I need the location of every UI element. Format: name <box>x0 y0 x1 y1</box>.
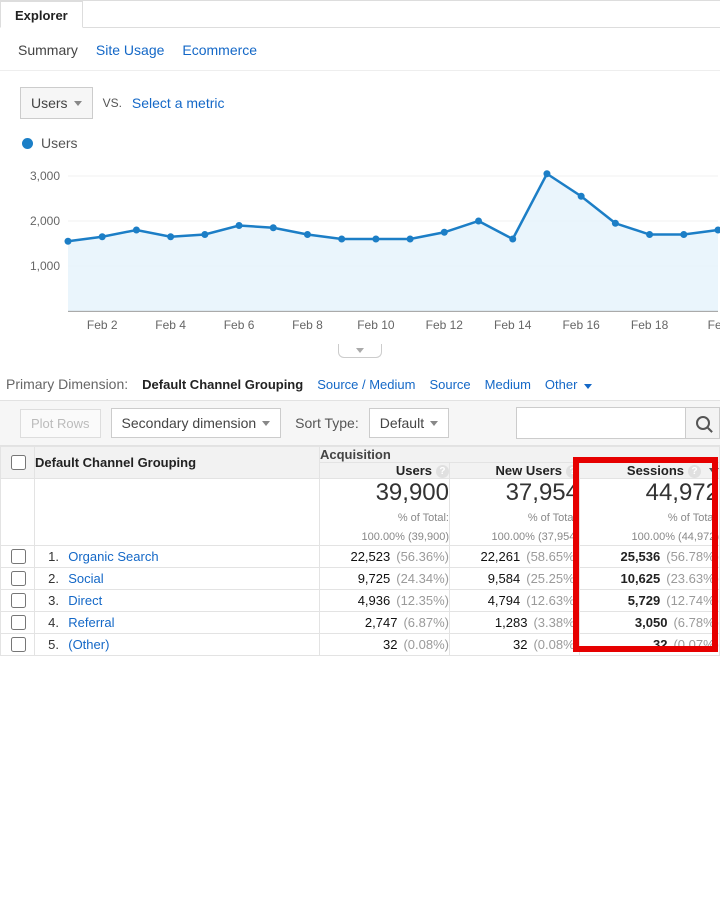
svg-text:2,000: 2,000 <box>30 214 60 228</box>
dimension-other-label: Other <box>545 377 578 392</box>
svg-text:3,000: 3,000 <box>30 169 60 183</box>
legend-dot-icon <box>22 138 33 149</box>
help-icon[interactable]: ? <box>566 465 579 478</box>
totals-users: 39,900 % of Total: 100.00% (39,900) <box>319 479 449 546</box>
channel-link[interactable]: (Other) <box>68 637 109 652</box>
row-index: 3. <box>35 593 61 608</box>
sort-descending-icon <box>709 468 719 475</box>
channel-link[interactable]: Direct <box>68 593 102 608</box>
cell-users: 22,523(56.36%) <box>319 545 449 567</box>
secondary-dimension-dropdown[interactable]: Secondary dimension <box>111 408 282 438</box>
column-header-new-users-label: New Users <box>496 463 562 478</box>
svg-text:Feb 16: Feb 16 <box>562 318 600 332</box>
dimension-other-dropdown[interactable]: Other <box>545 377 592 392</box>
cell-users: 4,936(12.35%) <box>319 589 449 611</box>
channel-link[interactable]: Organic Search <box>68 549 158 564</box>
metric-primary-label: Users <box>31 95 68 111</box>
primary-dimension-label: Primary Dimension: <box>6 376 128 392</box>
tab-explorer[interactable]: Explorer <box>0 1 83 28</box>
users-line-chart[interactable]: 1,000 2,000 3,000 Feb 2 Feb 4 Feb 6 Feb 8 Feb 1… <box>0 151 720 346</box>
help-icon[interactable]: ? <box>688 465 701 478</box>
svg-text:1,000: 1,000 <box>30 259 60 273</box>
row-index: 2. <box>35 571 61 586</box>
svg-text:Feb 12: Feb 12 <box>426 318 464 332</box>
cell-sessions: 10,625(23.63%) <box>579 567 719 589</box>
subtab-summary[interactable]: Summary <box>18 42 78 58</box>
column-header-channel[interactable]: Default Channel Grouping <box>35 447 320 479</box>
dimension-source-medium[interactable]: Source / Medium <box>317 377 415 392</box>
subtab-site-usage[interactable]: Site Usage <box>96 42 164 58</box>
select-all-checkbox[interactable] <box>11 455 26 470</box>
cell-new-users: 32(0.08%) <box>449 633 579 655</box>
row-checkbox[interactable] <box>11 637 26 652</box>
row-checkbox[interactable] <box>11 571 26 586</box>
caret-down-icon <box>584 384 592 389</box>
search-icon <box>696 416 710 430</box>
row-checkbox[interactable] <box>11 593 26 608</box>
chevron-down-icon <box>356 348 364 353</box>
cell-sessions: 5,729(12.74%) <box>579 589 719 611</box>
cell-sessions: 32(0.07%) <box>579 633 719 655</box>
table-row: 1. Organic Search 22,523(56.36%) 22,261(… <box>1 545 720 567</box>
totals-sessions: 44,972 % of Total: 100.00% (44,972) <box>579 479 719 546</box>
svg-text:Feb 18: Feb 18 <box>631 318 669 332</box>
dimension-default-channel[interactable]: Default Channel Grouping <box>142 377 303 392</box>
column-group-acquisition: Acquisition <box>319 447 719 463</box>
metric-primary-dropdown[interactable]: Users <box>20 87 93 119</box>
select-metric-link[interactable]: Select a metric <box>132 95 225 111</box>
column-header-users[interactable]: Users? <box>319 463 449 479</box>
vs-label: VS. <box>103 96 122 110</box>
cell-new-users: 22,261(58.65%) <box>449 545 579 567</box>
channel-link[interactable]: Referral <box>68 615 114 630</box>
column-header-users-label: Users <box>396 463 432 478</box>
svg-text:Feb 14: Feb 14 <box>494 318 532 332</box>
caret-down-icon <box>262 421 270 426</box>
plot-rows-button: Plot Rows <box>20 409 101 438</box>
dimension-source[interactable]: Source <box>429 377 470 392</box>
cell-sessions: 3,050(6.78%) <box>579 611 719 633</box>
row-index: 1. <box>35 549 61 564</box>
table-search-button[interactable] <box>686 407 720 439</box>
column-header-sessions-label: Sessions <box>627 463 684 478</box>
channel-link[interactable]: Social <box>68 571 103 586</box>
cell-users: 9,725(24.34%) <box>319 567 449 589</box>
svg-text:Feb 6: Feb 6 <box>224 318 255 332</box>
dimension-medium[interactable]: Medium <box>485 377 531 392</box>
table-search-input[interactable] <box>516 407 686 439</box>
help-icon[interactable]: ? <box>436 465 449 478</box>
cell-new-users: 4,794(12.63%) <box>449 589 579 611</box>
caret-down-icon <box>430 421 438 426</box>
cell-users: 32(0.08%) <box>319 633 449 655</box>
row-checkbox[interactable] <box>11 615 26 630</box>
svg-text:Feb 10: Feb 10 <box>357 318 395 332</box>
secondary-dimension-label: Secondary dimension <box>122 415 257 431</box>
svg-text:Feb: Feb <box>708 318 720 332</box>
sort-type-label: Sort Type: <box>295 415 359 431</box>
cell-sessions: 25,536(56.78%) <box>579 545 719 567</box>
row-checkbox[interactable] <box>11 549 26 564</box>
row-index: 4. <box>35 615 61 630</box>
row-index: 5. <box>35 637 61 652</box>
cell-new-users: 9,584(25.25%) <box>449 567 579 589</box>
sort-type-value: Default <box>380 415 424 431</box>
table-row: 3. Direct 4,936(12.35%) 4,794(12.63%) 5,… <box>1 589 720 611</box>
cell-users: 2,747(6.87%) <box>319 611 449 633</box>
svg-text:Feb 2: Feb 2 <box>87 318 118 332</box>
table-row: 5. (Other) 32(0.08%) 32(0.08%) 32(0.07%) <box>1 633 720 655</box>
column-header-sessions[interactable]: Sessions? <box>579 463 719 479</box>
chart-expand-handle[interactable] <box>338 344 382 358</box>
table-row: 2. Social 9,725(24.34%) 9,584(25.25%) 10… <box>1 567 720 589</box>
totals-new-users: 37,954 % of Total: 100.00% (37,954) <box>449 479 579 546</box>
subtab-ecommerce[interactable]: Ecommerce <box>182 42 257 58</box>
table-row: 4. Referral 2,747(6.87%) 1,283(3.38%) 3,… <box>1 611 720 633</box>
column-header-new-users[interactable]: New Users? <box>449 463 579 479</box>
svg-text:Feb 4: Feb 4 <box>155 318 186 332</box>
cell-new-users: 1,283(3.38%) <box>449 611 579 633</box>
sort-type-dropdown[interactable]: Default <box>369 408 449 438</box>
caret-down-icon <box>74 101 82 106</box>
svg-text:Feb 8: Feb 8 <box>292 318 323 332</box>
legend-users-label: Users <box>41 135 78 151</box>
